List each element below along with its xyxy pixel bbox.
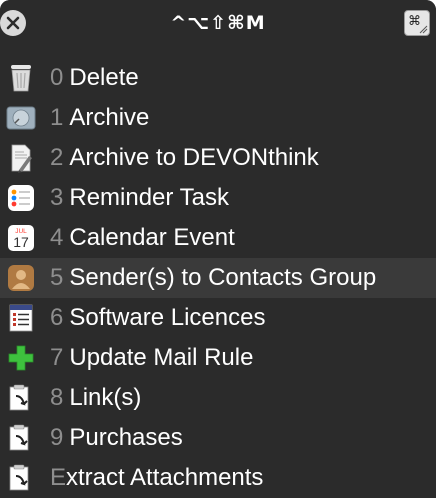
list-item-archive-to-devonthink[interactable]: 2 Archive to DEVONthink xyxy=(0,138,436,178)
trash-icon xyxy=(6,63,36,93)
item-label: Update Mail Rule xyxy=(69,344,254,371)
item-label: Archive xyxy=(69,104,150,131)
list-document-icon xyxy=(6,303,36,333)
clipboard-arrow-icon xyxy=(6,463,36,493)
resize-handle-icon xyxy=(419,25,428,34)
item-number: 0 xyxy=(50,64,64,91)
action-menu-panel: ^⌥⇧⌘M ⌘ 0 Delete 1 Archive 2 Archive to … xyxy=(0,0,436,498)
item-label: Calendar Event xyxy=(69,224,235,251)
reminders-list-icon xyxy=(6,183,36,213)
item-label: Software Licences xyxy=(69,304,266,331)
list-item-delete[interactable]: 0 Delete xyxy=(0,58,436,98)
calendar-icon: JUL 17 xyxy=(6,223,36,253)
title-bar: ^⌥⇧⌘M ⌘ xyxy=(0,0,436,46)
shortcut-title: ^⌥⇧⌘M xyxy=(170,12,266,34)
list-item-archive[interactable]: 1 Archive xyxy=(0,98,436,138)
archive-box-icon xyxy=(6,103,36,133)
action-list: 0 Delete 1 Archive 2 Archive to DEVONthi… xyxy=(0,58,436,498)
item-number: 4 xyxy=(50,224,64,251)
item-label: Archive to DEVONthink xyxy=(69,144,319,171)
green-plus-icon xyxy=(6,343,36,373)
clipboard-arrow-icon xyxy=(6,383,36,413)
clipboard-arrow-icon xyxy=(6,423,36,453)
item-label: Delete xyxy=(69,64,139,91)
contacts-icon xyxy=(6,263,36,293)
item-label: Purchases xyxy=(69,424,183,451)
list-item-calendar-event[interactable]: JUL 17 4 Calendar Event xyxy=(0,218,436,258)
item-number: 2 xyxy=(50,144,64,171)
item-number: 7 xyxy=(50,344,64,371)
item-number: 3 xyxy=(50,184,64,211)
item-number: 6 xyxy=(50,304,64,331)
item-number: 5 xyxy=(50,264,64,291)
calendar-day: 17 xyxy=(13,234,29,250)
list-item-software-licences[interactable]: 6 Software Licences xyxy=(0,298,436,338)
list-item-sender-to-contacts-group[interactable]: 5 Sender(s) to Contacts Group xyxy=(0,258,436,298)
list-item-update-mail-rule[interactable]: 7 Update Mail Rule xyxy=(0,338,436,378)
list-item-links[interactable]: 8 Link(s) xyxy=(0,378,436,418)
command-key-button[interactable]: ⌘ xyxy=(404,10,430,36)
item-label: xtract Attachments xyxy=(66,464,264,491)
item-number: 1 xyxy=(50,104,64,131)
item-number: 8 xyxy=(50,384,64,411)
item-label: Link(s) xyxy=(69,384,142,411)
item-number: 9 xyxy=(50,424,64,451)
item-shortcut-letter: E xyxy=(50,464,67,491)
list-item-extract-attachments[interactable]: Extract Attachments xyxy=(0,458,436,498)
item-label: Sender(s) to Contacts Group xyxy=(69,264,377,291)
item-label: Reminder Task xyxy=(69,184,229,211)
list-item-purchases[interactable]: 9 Purchases xyxy=(0,418,436,458)
script-document-icon xyxy=(6,143,36,173)
list-item-reminder-task[interactable]: 3 Reminder Task xyxy=(0,178,436,218)
